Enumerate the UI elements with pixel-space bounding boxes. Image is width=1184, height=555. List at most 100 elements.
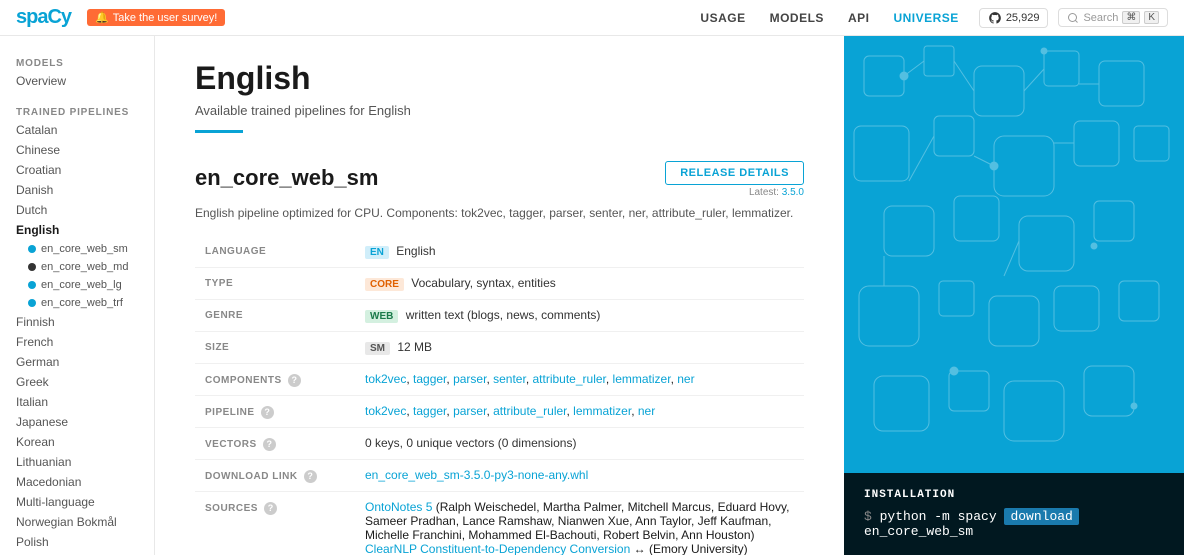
cell-vectors: 0 keys, 0 unique vectors (0 dimensions) — [355, 428, 804, 460]
topnav: spaCy 🔔 Take the user survey! USAGE MODE… — [0, 0, 1184, 36]
tag-sm: SM — [365, 342, 390, 355]
component-lemmatizer[interactable]: lemmatizer — [613, 372, 671, 386]
sidebar-catalan[interactable]: Catalan — [0, 120, 154, 140]
sidebar-finnish[interactable]: Finnish — [0, 312, 154, 332]
sidebar-polish[interactable]: Polish — [0, 532, 154, 552]
models-section-title: MODELS — [0, 52, 154, 71]
component-tok2vec[interactable]: tok2vec — [365, 372, 406, 386]
nav-links: USAGE MODELS API UNIVERSE 25,929 Search … — [690, 7, 1168, 29]
label-components: COMPONENTS ? — [195, 364, 355, 396]
help-icon-vectors[interactable]: ? — [263, 438, 276, 451]
sidebar-en-trf[interactable]: en_core_web_trf — [0, 294, 154, 312]
circuit-background — [844, 36, 1184, 486]
size-value: 12 MB — [397, 340, 432, 354]
search-kbd1: ⌘ — [1122, 11, 1140, 24]
survey-banner[interactable]: 🔔 Take the user survey! — [87, 9, 225, 26]
sidebar-en-lg-label: en_core_web_lg — [41, 279, 122, 291]
github-button[interactable]: 25,929 — [979, 8, 1049, 28]
pipeline-parser[interactable]: parser — [453, 404, 486, 418]
component-senter[interactable]: senter — [493, 372, 526, 386]
sidebar-chinese[interactable]: Chinese — [0, 140, 154, 160]
pipeline-tok2vec[interactable]: tok2vec — [365, 404, 406, 418]
sidebar-dutch[interactable]: Dutch — [0, 200, 154, 220]
page-title: English — [195, 60, 804, 97]
help-icon-pipeline[interactable]: ? — [261, 406, 274, 419]
nav-usage[interactable]: USAGE — [690, 7, 755, 29]
help-icon-components[interactable]: ? — [288, 374, 301, 387]
sidebar-multi[interactable]: Multi-language — [0, 492, 154, 512]
source-clearnlp[interactable]: ClearNLP Constituent-to-Dependency Conve… — [365, 542, 630, 555]
sidebar-japanese[interactable]: Japanese — [0, 412, 154, 432]
pipeline-attribute-ruler[interactable]: attribute_ruler — [493, 404, 566, 418]
component-tagger[interactable]: tagger — [413, 372, 446, 386]
search-icon — [1067, 12, 1079, 24]
sidebar-danish[interactable]: Danish — [0, 180, 154, 200]
survey-label: Take the user survey! — [113, 12, 218, 24]
download-link[interactable]: en_core_web_sm-3.5.0-py3-none-any.whl — [365, 468, 588, 482]
type-value: Vocabulary, syntax, entities — [411, 276, 556, 290]
model-title: en_core_web_sm — [195, 165, 378, 191]
cell-components: tok2vec, tagger, parser, senter, attribu… — [355, 364, 804, 396]
source-clearnlp-text: ↔ (Emory University) — [634, 542, 748, 555]
cell-type: CORE Vocabulary, syntax, entities — [355, 268, 804, 300]
right-panel: INSTALLATION $ python -m spacy download … — [844, 36, 1184, 555]
release-details-button[interactable]: RELEASE DETAILS — [665, 161, 804, 185]
table-row: SOURCES ? OntoNotes 5 (Ralph Weischedel,… — [195, 492, 804, 555]
prompt-symbol: $ — [864, 509, 880, 524]
sidebar-lithuanian[interactable]: Lithuanian — [0, 452, 154, 472]
trained-section-title: TRAINED PIPELINES — [0, 101, 154, 120]
sidebar-french[interactable]: French — [0, 332, 154, 352]
model-header: en_core_web_sm RELEASE DETAILS Latest: 3… — [195, 161, 804, 198]
table-row: DOWNLOAD LINK ? en_core_web_sm-3.5.0-py3… — [195, 460, 804, 492]
search-button[interactable]: Search ⌘ K — [1058, 8, 1168, 27]
sidebar-italian[interactable]: Italian — [0, 392, 154, 412]
genre-value: written text (blogs, news, comments) — [406, 308, 601, 322]
sidebar-en-md[interactable]: en_core_web_md — [0, 258, 154, 276]
help-icon-download[interactable]: ? — [304, 470, 317, 483]
sidebar-en-lg[interactable]: en_core_web_lg — [0, 276, 154, 294]
sidebar: MODELS Overview TRAINED PIPELINES Catala… — [0, 36, 155, 555]
cell-size: SM 12 MB — [355, 332, 804, 364]
search-label: Search — [1083, 12, 1118, 24]
github-stars: 25,929 — [1006, 12, 1040, 24]
vectors-value: 0 keys, 0 unique vectors (0 dimensions) — [365, 436, 576, 450]
label-size: SIZE — [195, 332, 355, 364]
component-ner[interactable]: ner — [677, 372, 694, 386]
sidebar-en-sm[interactable]: en_core_web_sm — [0, 240, 154, 258]
sidebar-german[interactable]: German — [0, 352, 154, 372]
pipeline-lemmatizer[interactable]: lemmatizer — [573, 404, 631, 418]
label-sources: SOURCES ? — [195, 492, 355, 555]
sidebar-english[interactable]: English — [0, 220, 154, 240]
search-kbd2: K — [1144, 11, 1159, 24]
model-info-table: LANGUAGE EN English TYPE CORE Vocabulary… — [195, 236, 804, 555]
table-row: LANGUAGE EN English — [195, 236, 804, 268]
sidebar-overview[interactable]: Overview — [0, 71, 154, 91]
pipeline-ner[interactable]: ner — [638, 404, 655, 418]
sidebar-greek[interactable]: Greek — [0, 372, 154, 392]
cell-sources: OntoNotes 5 (Ralph Weischedel, Martha Pa… — [355, 492, 804, 555]
sidebar-macedonian[interactable]: Macedonian — [0, 472, 154, 492]
label-pipeline: PIPELINE ? — [195, 396, 355, 428]
install-command: $ python -m spacy download en_core_web_s… — [864, 509, 1164, 539]
sidebar-croatian[interactable]: Croatian — [0, 160, 154, 180]
help-icon-sources[interactable]: ? — [264, 502, 277, 515]
nav-models[interactable]: MODELS — [760, 7, 834, 29]
dot-icon — [28, 299, 36, 307]
component-parser[interactable]: parser — [453, 372, 486, 386]
label-genre: GENRE — [195, 300, 355, 332]
sidebar-korean[interactable]: Korean — [0, 432, 154, 452]
component-attribute-ruler[interactable]: attribute_ruler — [532, 372, 605, 386]
table-row: COMPONENTS ? tok2vec, tagger, parser, se… — [195, 364, 804, 396]
nav-universe[interactable]: UNIVERSE — [883, 7, 968, 29]
release-section: RELEASE DETAILS Latest: 3.5.0 — [665, 161, 804, 198]
tag-web: WEB — [365, 310, 398, 323]
sidebar-norwegian[interactable]: Norwegian Bokmål — [0, 512, 154, 532]
latest-version: Latest: 3.5.0 — [665, 187, 804, 198]
pipeline-tagger[interactable]: tagger — [413, 404, 446, 418]
dot-icon — [28, 263, 36, 271]
nav-api[interactable]: API — [838, 7, 880, 29]
label-download: DOWNLOAD LINK ? — [195, 460, 355, 492]
source-ontonotes[interactable]: OntoNotes 5 — [365, 500, 432, 514]
cell-language: EN English — [355, 236, 804, 268]
main-content: English Available trained pipelines for … — [155, 36, 844, 555]
